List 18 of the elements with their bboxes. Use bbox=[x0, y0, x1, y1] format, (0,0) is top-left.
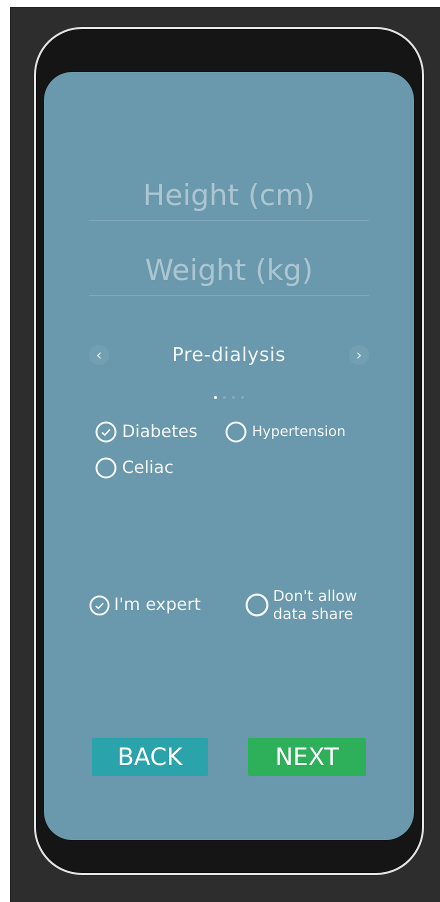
checkbox-label: Diabetes bbox=[122, 422, 198, 442]
checkbox-label: Celiac bbox=[122, 458, 174, 478]
checkbox-label: I'm expert bbox=[114, 595, 201, 615]
empty-circle-icon[interactable] bbox=[225, 421, 247, 443]
page-dot[interactable] bbox=[214, 396, 217, 399]
checkbox-label: Hypertension bbox=[252, 424, 346, 440]
checkbox-label: Don't allow data share bbox=[273, 587, 358, 623]
empty-circle-icon[interactable] bbox=[245, 593, 269, 617]
input-field[interactable]: Height (cm) bbox=[89, 174, 369, 221]
input-field[interactable]: Weight (kg) bbox=[89, 249, 369, 296]
checked-circle-icon[interactable] bbox=[89, 594, 110, 616]
next-arrow-button[interactable]: › bbox=[349, 345, 369, 365]
previous-button[interactable]: ‹ bbox=[89, 345, 109, 365]
checked-circle-icon[interactable] bbox=[95, 421, 117, 443]
back-button[interactable]: BACK bbox=[92, 738, 208, 776]
empty-circle-icon[interactable] bbox=[95, 457, 117, 479]
next-button[interactable]: NEXT bbox=[248, 738, 366, 776]
carousel-title: Pre-dialysis bbox=[172, 344, 286, 366]
